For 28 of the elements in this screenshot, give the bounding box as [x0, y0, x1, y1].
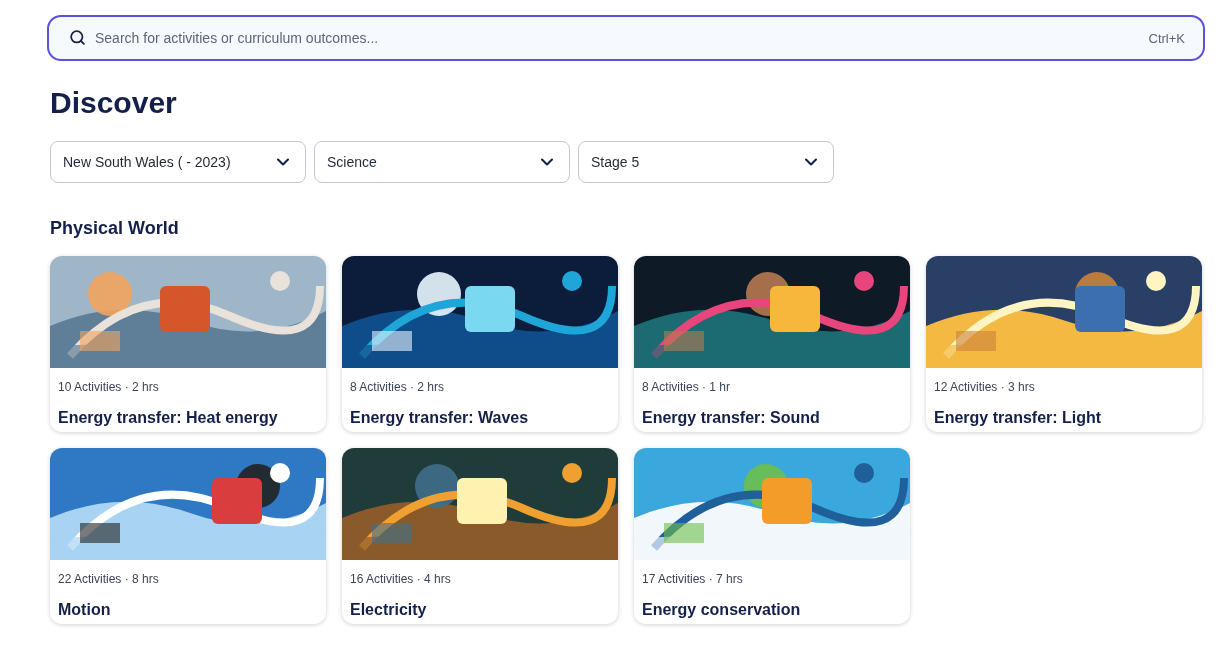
- card-meta: 8 Activities · 2 hrs: [350, 379, 446, 396]
- activity-card[interactable]: 8 Activities · 2 hrs Energy transfer: Waves: [342, 256, 618, 432]
- card-title: Motion: [58, 600, 112, 620]
- activity-card[interactable]: 12 Activities · 3 hrs Energy transfer: Light: [926, 256, 1202, 432]
- filter-dropdown[interactable]: Science: [314, 141, 570, 183]
- card-title: Electricity: [350, 600, 428, 620]
- shortcut-hint: Ctrl+K: [1148, 30, 1185, 48]
- card-meta: 16 Activities · 4 hrs: [350, 571, 452, 588]
- card-meta: 17 Activities · 7 hrs: [642, 571, 744, 588]
- card-title: Energy transfer: Waves: [350, 408, 530, 428]
- activity-card[interactable]: 17 Activities · 7 hrs Energy conservation: [634, 448, 910, 624]
- filter-dropdown[interactable]: New South Wales ( - 2023): [50, 141, 306, 183]
- section-title: Physical World: [50, 217, 180, 240]
- search-icon: [69, 29, 86, 46]
- activity-card[interactable]: 8 Activities · 1 hr Energy transfer: Sound: [634, 256, 910, 432]
- card-meta: 8 Activities · 1 hr: [642, 379, 732, 396]
- activity-card[interactable]: 22 Activities · 8 hrs Motion: [50, 448, 326, 624]
- card-meta: 10 Activities · 2 hrs: [58, 379, 160, 396]
- activity-card[interactable]: 10 Activities · 2 hrs Energy transfer: Heat energy: [50, 256, 326, 432]
- card-title: Energy transfer: Sound: [642, 408, 821, 428]
- card-meta: 22 Activities · 8 hrs: [58, 571, 160, 588]
- activity-card[interactable]: 16 Activities · 4 hrs Electricity: [342, 448, 618, 624]
- card-meta: 12 Activities · 3 hrs: [934, 379, 1036, 396]
- card-title: Energy transfer: Light: [934, 408, 1103, 428]
- card-title: Energy conservation: [642, 600, 802, 620]
- page-title: Discover: [50, 85, 178, 121]
- card-title: Energy transfer: Heat energy: [58, 408, 279, 428]
- filter-dropdown[interactable]: Stage 5: [578, 141, 834, 183]
